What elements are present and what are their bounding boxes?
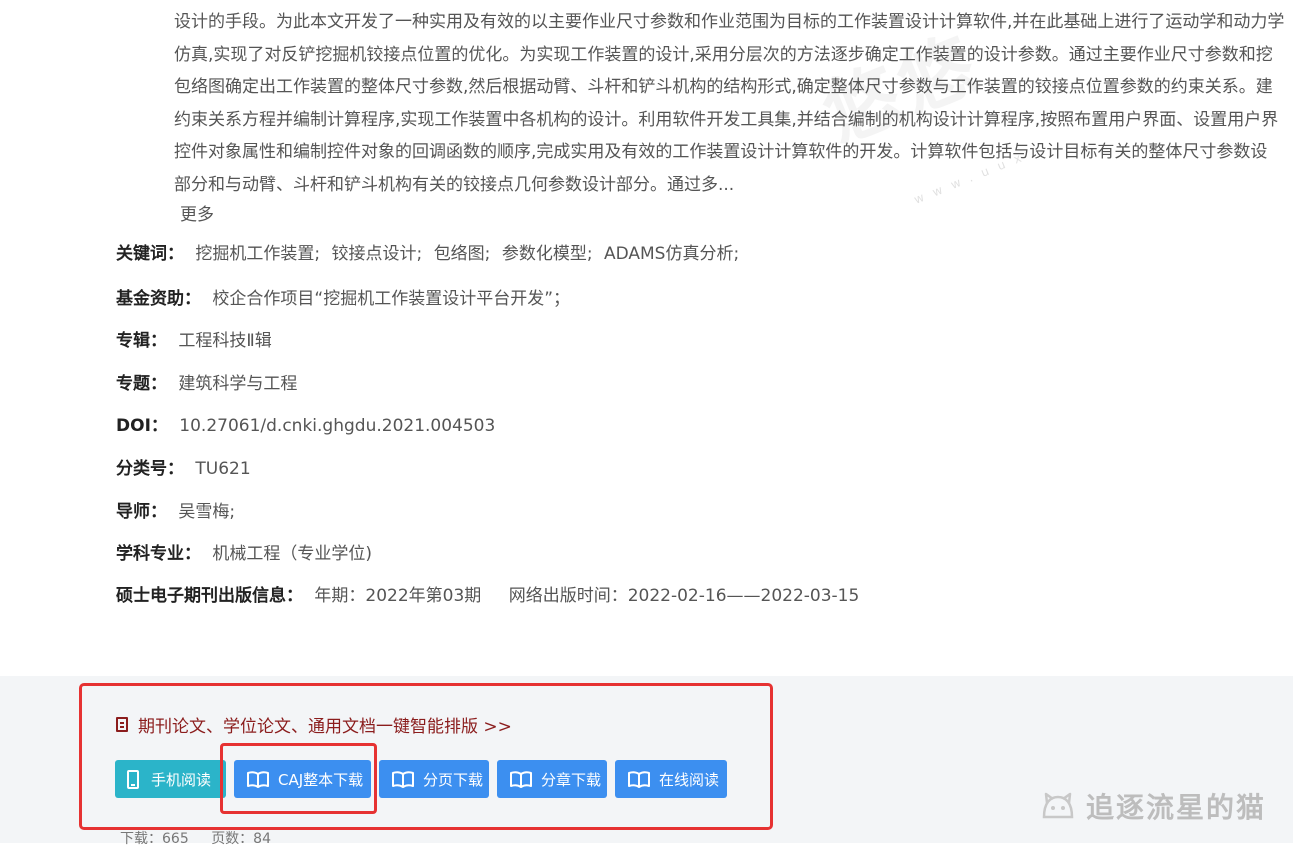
document-icon: [116, 717, 128, 732]
abstract-text: 设计的手段。为此本文开发了一种实用及有效的以主要作业尺寸参数和作业范围为目标的工…: [174, 6, 1293, 201]
doi-value: 10.27061/d.cnki.ghgdu.2021.004503: [179, 416, 496, 436]
fund-row: 基金资助： 校企合作项目“挖掘机工作装置设计平台开发”；: [116, 284, 570, 309]
mobile-read-label: 手机阅读: [151, 770, 212, 789]
more-link[interactable]: 更多: [180, 200, 214, 225]
brand-text: 追逐流星的猫: [1086, 791, 1267, 824]
topic-label: 专题：: [116, 374, 167, 394]
chapter-download-button[interactable]: 分章下载: [497, 760, 607, 798]
book-icon: [628, 771, 650, 788]
abstract-line: 设计的手段。为此本文开发了一种实用及有效的以主要作业尺寸参数和作业范围为目标的工…: [174, 12, 1285, 32]
caj-download-button[interactable]: CAJ整本下载: [234, 760, 371, 798]
book-icon: [247, 771, 269, 788]
pubinfo-row: 硕士电子期刊出版信息： 年期：2022年第03期 网络出版时间：2022-02-…: [116, 581, 859, 606]
major-label: 学科专业：: [116, 544, 201, 564]
pubinfo-label: 硕士电子期刊出版信息：: [116, 586, 303, 606]
keyword-link[interactable]: 包络图;: [434, 244, 491, 264]
caj-download-label: CAJ整本下载: [278, 770, 364, 789]
abstract-line: 仿真,实现了对反铲挖掘机铰接点位置的优化。为实现工作装置的设计,采用分层次的方法…: [174, 44, 1273, 65]
advisor-label: 导师：: [116, 502, 167, 522]
pubinfo-online: 网络出版时间：2022-02-16——2022-03-15: [508, 586, 860, 606]
abstract-line: 约束关系方程并编制计算程序,实现工作装置中各机构的设计。利用软件开发工具集,并结…: [174, 109, 1279, 130]
book-icon: [392, 771, 414, 788]
online-read-label: 在线阅读: [659, 770, 720, 789]
page-download-label: 分页下载: [423, 770, 484, 789]
download-count: 下载：665: [120, 831, 189, 847]
major-value: 机械工程（专业学位): [212, 544, 373, 564]
cat-logo-icon: [1042, 792, 1074, 819]
mobile-read-button[interactable]: 手机阅读: [115, 760, 226, 798]
chapter-download-label: 分章下载: [541, 770, 602, 789]
classno-row: 分类号： TU621: [116, 454, 251, 479]
doi-label: DOI：: [116, 416, 168, 436]
keyword-link[interactable]: 铰接点设计;: [332, 244, 423, 264]
album-value: 工程科技Ⅱ辑: [178, 331, 272, 351]
album-row: 专辑： 工程科技Ⅱ辑: [116, 326, 272, 351]
book-icon: [510, 771, 532, 788]
keywords-row: 关键词： 挖掘机工作装置; 铰接点设计; 包络图; 参数化模型; ADAMS仿真…: [116, 239, 739, 264]
online-read-button[interactable]: 在线阅读: [615, 760, 727, 798]
classno-value: TU621: [195, 459, 251, 479]
keyword-link[interactable]: 挖掘机工作装置;: [195, 244, 320, 264]
page-download-button[interactable]: 分页下载: [379, 760, 489, 798]
fund-label: 基金资助：: [116, 289, 201, 309]
abstract-line: 包络图确定出工作装置的整体尺寸参数,然后根据动臂、斗杆和铲斗机构的结构形式,确定…: [174, 77, 1273, 97]
topic-value: 建筑科学与工程: [178, 374, 298, 394]
keywords-label: 关键词：: [116, 244, 184, 264]
promo-text: 期刊论文、学位论文、通用文档一键智能排版 >>: [138, 717, 512, 737]
fund-value[interactable]: 校企合作项目“挖掘机工作装置设计平台开发”；: [212, 289, 570, 309]
abstract-line: 部分和与动臂、斗杆和铲斗机构有关的铰接点几何参数设计部分。通过多...: [174, 174, 735, 195]
brand-watermark: 追逐流星的猫: [1040, 786, 1266, 826]
advisor-row: 导师： 吴雪梅;: [116, 497, 235, 522]
phone-icon: [127, 769, 139, 789]
smart-layout-promo-link[interactable]: 期刊论文、学位论文、通用文档一键智能排版 >>: [116, 712, 512, 737]
abstract-line: 控件对象属性和编制控件对象的回调函数的顺序,完成实用及有效的工作装置设计计算软件…: [174, 142, 1268, 162]
pubinfo-issue: 年期：2022年第03期: [314, 586, 482, 606]
topic-row: 专题： 建筑科学与工程: [116, 369, 297, 394]
advisor-value[interactable]: 吴雪梅;: [178, 502, 235, 522]
download-stats: 下载：665 页数：84: [120, 828, 289, 848]
page-count: 页数：84: [211, 831, 272, 847]
keyword-link[interactable]: 参数化模型;: [502, 244, 593, 264]
major-row: 学科专业： 机械工程（专业学位): [116, 539, 372, 564]
album-label: 专辑：: [116, 331, 167, 351]
classno-label: 分类号：: [116, 459, 184, 479]
doi-row: DOI： 10.27061/d.cnki.ghgdu.2021.004503: [116, 411, 495, 436]
keyword-link[interactable]: ADAMS仿真分析;: [604, 244, 739, 264]
